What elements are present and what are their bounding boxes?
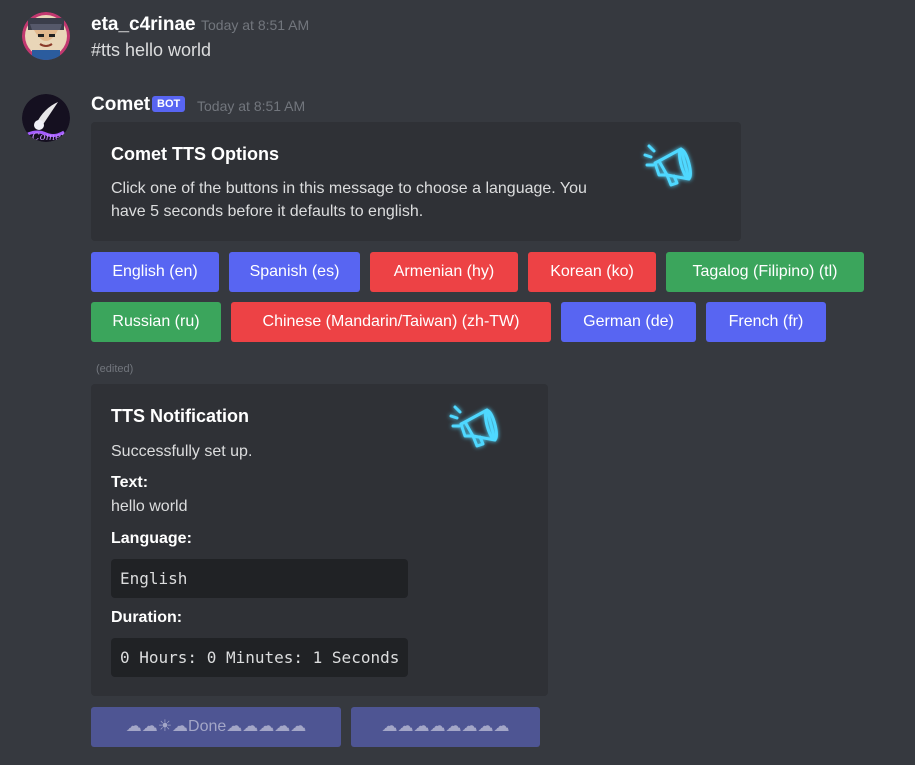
megaphone-icon — [643, 144, 692, 187]
button-english[interactable]: English (en) — [91, 252, 219, 292]
embed-title: Comet TTS Options — [111, 144, 279, 164]
button-french[interactable]: French (fr) — [706, 302, 826, 342]
progress-done-button: ☁☁☀☁Done☁☁☁☁☁ — [91, 707, 341, 747]
message-bot: Comet Comet BOT Today at 8:51 AM Comet T… — [0, 90, 915, 765]
button-spanish[interactable]: Spanish (es) — [229, 252, 360, 292]
progress-pending-button: ☁☁☁☁☁☁☁☁ — [351, 707, 540, 747]
field-language-value: English — [111, 559, 408, 598]
username[interactable]: eta_c4rinae — [91, 14, 196, 36]
user-avatar[interactable] — [22, 12, 70, 60]
button-armenian[interactable]: Armenian (hy) — [370, 252, 518, 292]
button-russian[interactable]: Russian (ru) — [91, 302, 221, 342]
button-tagalog[interactable]: Tagalog (Filipino) (tl) — [666, 252, 864, 292]
edited-label: (edited) — [96, 363, 134, 375]
message-user: eta_c4rinae Today at 8:51 AM #tts hello … — [0, 0, 915, 90]
button-german[interactable]: German (de) — [561, 302, 696, 342]
bot-username[interactable]: Comet — [91, 94, 150, 116]
bot-avatar[interactable]: Comet — [22, 94, 70, 142]
embed-description: Click one of the buttons in this message… — [111, 180, 587, 220]
svg-text:Comet: Comet — [32, 132, 66, 142]
message-content: #tts hello world — [91, 40, 212, 60]
embed-tts-notification: TTS Notification Successfully set up. Te… — [91, 384, 548, 696]
embed-thumbnail — [443, 396, 507, 460]
comet-avatar-icon: Comet — [22, 94, 70, 142]
megaphone-icon — [449, 405, 498, 448]
field-language-name: Language: — [111, 530, 192, 547]
button-chinese[interactable]: Chinese (Mandarin/Taiwan) (zh-TW) — [231, 302, 551, 342]
embed-title: TTS Notification — [111, 406, 249, 426]
field-text-name: Text: — [111, 474, 149, 491]
timestamp: Today at 8:51 AM — [201, 17, 310, 33]
bot-badge: BOT — [152, 96, 186, 112]
field-duration-name: Duration: — [111, 609, 183, 626]
anime-character-avatar-icon — [22, 12, 70, 60]
embed-tts-options: Comet TTS Options Click one of the butto… — [91, 122, 741, 241]
field-duration-value: 0 Hours: 0 Minutes: 1 Seconds — [111, 638, 408, 677]
embed-description: Successfully set up. — [111, 443, 253, 460]
field-text-value: hello world — [111, 498, 188, 515]
button-korean[interactable]: Korean (ko) — [528, 252, 656, 292]
embed-thumbnail — [637, 135, 701, 199]
timestamp: Today at 8:51 AM — [197, 98, 306, 114]
